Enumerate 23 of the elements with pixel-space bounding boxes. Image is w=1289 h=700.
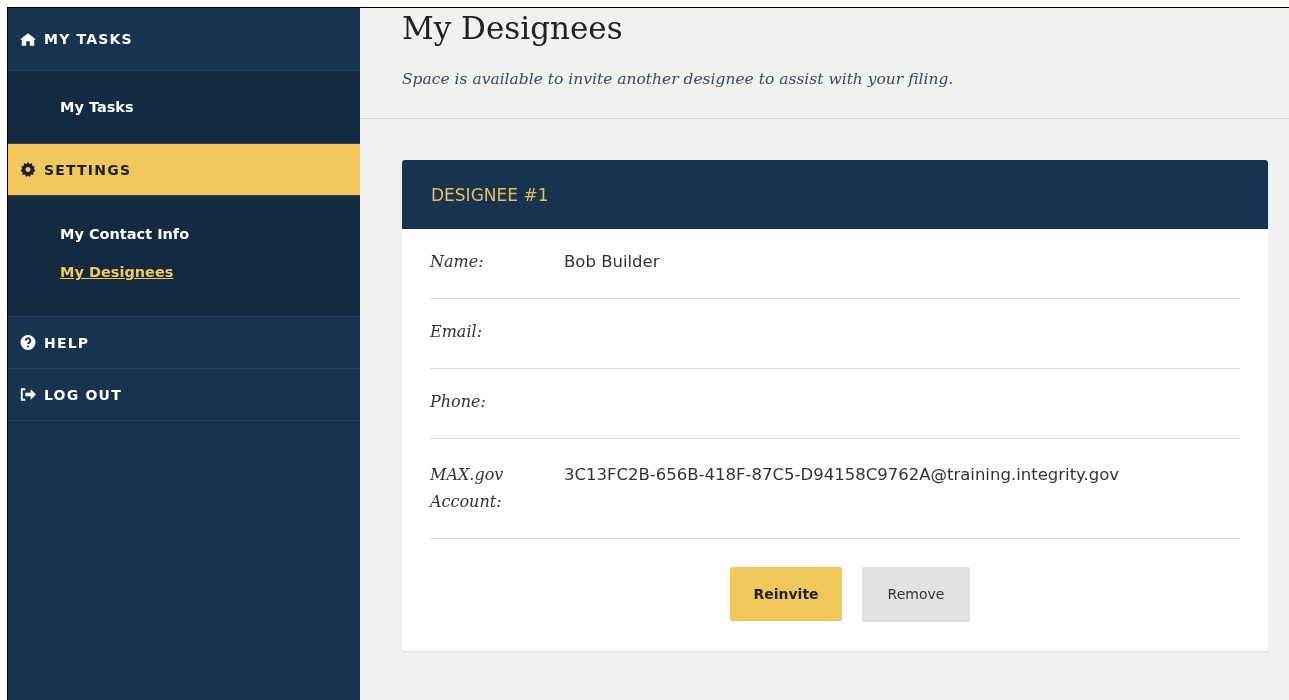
sidebar-link[interactable]: My Contact Info (60, 226, 190, 242)
section-label: HELP (44, 334, 90, 351)
page-description: Space is available to invite another designee to assist with your filing. (402, 70, 955, 88)
remove-button[interactable]: Remove (862, 567, 970, 621)
field-label: Name: (430, 251, 485, 273)
field-value: Bob Builder (564, 251, 660, 273)
page-title: My Designees (402, 10, 624, 46)
sidebar-link[interactable]: My Tasks (60, 99, 134, 115)
sidebar-section[interactable]: SETTINGS (8, 144, 360, 196)
logout-icon (20, 387, 36, 402)
home-icon (20, 31, 36, 47)
section-label: SETTINGS (44, 161, 132, 178)
card-title: DESIGNEE #1 (431, 184, 549, 205)
field-label: Phone: (430, 391, 487, 413)
settings-icon (20, 162, 36, 177)
reinvite-button[interactable]: Reinvite (730, 567, 842, 621)
section-label: LOG OUT (44, 386, 122, 403)
field-label: MAX.gov Account: (430, 464, 505, 513)
sidebar-link[interactable]: My Designees (60, 264, 174, 280)
help-icon (20, 335, 36, 350)
field-label: Email: (430, 321, 483, 343)
field-value: 3C13FC2B-656B-418F-87C5-D94158C9762A@training.integrity.gov (564, 464, 1120, 486)
section-label: MY TASKS (44, 31, 133, 47)
